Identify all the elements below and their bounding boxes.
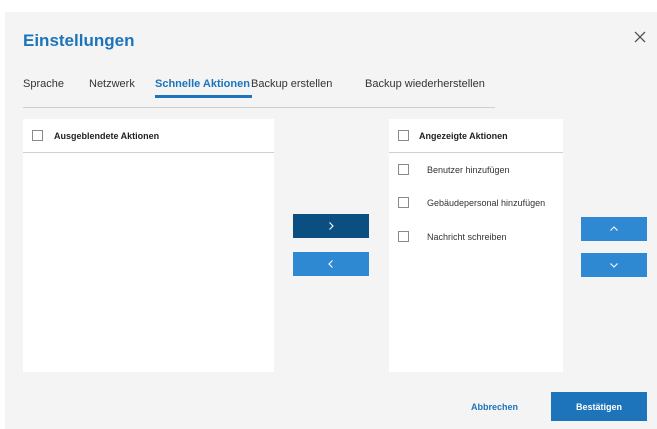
hidden-actions-header: Ausgeblendete Aktionen xyxy=(23,119,274,153)
tab-divider xyxy=(23,107,495,108)
settings-dialog: Einstellungen Sprache Netzwerk Schnelle … xyxy=(5,12,657,429)
move-right-button[interactable] xyxy=(293,214,369,238)
tab-bar: Sprache Netzwerk Schnelle Aktionen Backu… xyxy=(23,78,495,108)
move-up-button[interactable] xyxy=(581,217,647,241)
hidden-actions-title: Ausgeblendete Aktionen xyxy=(54,131,160,141)
list-item-checkbox[interactable] xyxy=(398,197,409,208)
cancel-button[interactable]: Abbrechen xyxy=(471,402,518,412)
chevron-up-icon xyxy=(610,226,618,231)
chevron-left-icon xyxy=(328,260,333,268)
move-left-button[interactable] xyxy=(293,252,369,276)
dialog-title: Einstellungen xyxy=(23,31,135,50)
tab-schnelle-aktionen[interactable]: Schnelle Aktionen xyxy=(155,78,252,98)
hidden-actions-panel: Ausgeblendete Aktionen xyxy=(23,119,274,372)
close-icon[interactable] xyxy=(633,30,647,44)
shown-actions-panel: Angezeigte Aktionen Benutzer hinzufügen … xyxy=(389,119,563,372)
tab-backup-wiederherstellen[interactable]: Backup wiederherstellen xyxy=(365,78,485,90)
list-item-label: Gebäudepersonal hinzufügen xyxy=(427,198,546,208)
list-item-label: Nachricht schreiben xyxy=(427,232,507,242)
list-item-checkbox[interactable] xyxy=(398,164,409,175)
tab-backup-erstellen[interactable]: Backup erstellen xyxy=(251,78,332,90)
chevron-right-icon xyxy=(329,222,334,230)
tab-netzwerk[interactable]: Netzwerk xyxy=(89,78,135,90)
shown-actions-header: Angezeigte Aktionen xyxy=(389,119,563,153)
list-item-label: Benutzer hinzufügen xyxy=(427,165,510,175)
chevron-down-icon xyxy=(610,263,618,268)
move-down-button[interactable] xyxy=(581,253,647,277)
confirm-button[interactable]: Bestätigen xyxy=(551,392,647,421)
shown-actions-select-all-checkbox[interactable] xyxy=(398,130,409,141)
shown-actions-title: Angezeigte Aktionen xyxy=(419,131,508,141)
hidden-actions-select-all-checkbox[interactable] xyxy=(32,130,43,141)
list-item-checkbox[interactable] xyxy=(398,231,409,242)
tab-sprache[interactable]: Sprache xyxy=(23,78,64,90)
